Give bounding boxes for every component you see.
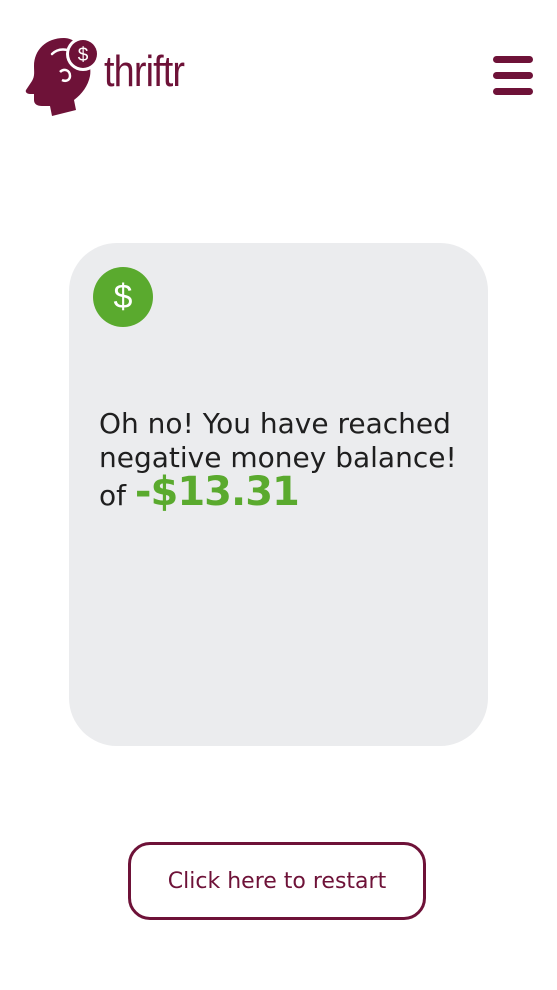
menu-bar <box>493 72 533 79</box>
message-line-1: Oh no! You have reached <box>99 407 451 440</box>
message-prefix: of <box>99 479 126 512</box>
balance-card: $ Oh no! You have reached negative money… <box>69 243 488 746</box>
logo-text: thriftr <box>104 47 185 96</box>
hamburger-menu-icon[interactable] <box>491 52 535 100</box>
dollar-icon: $ <box>93 267 153 327</box>
page: $ thriftr $ Oh no! You have reached nega… <box>0 0 557 990</box>
message-line-3: of -$13.31 <box>99 472 469 513</box>
balance-amount: -$13.31 <box>134 469 300 515</box>
balance-message: Oh no! You have reached negative money b… <box>99 407 469 513</box>
menu-bar <box>493 56 533 63</box>
svg-text:$: $ <box>78 45 89 66</box>
menu-bar <box>493 88 533 95</box>
restart-button[interactable]: Click here to restart <box>128 842 426 920</box>
